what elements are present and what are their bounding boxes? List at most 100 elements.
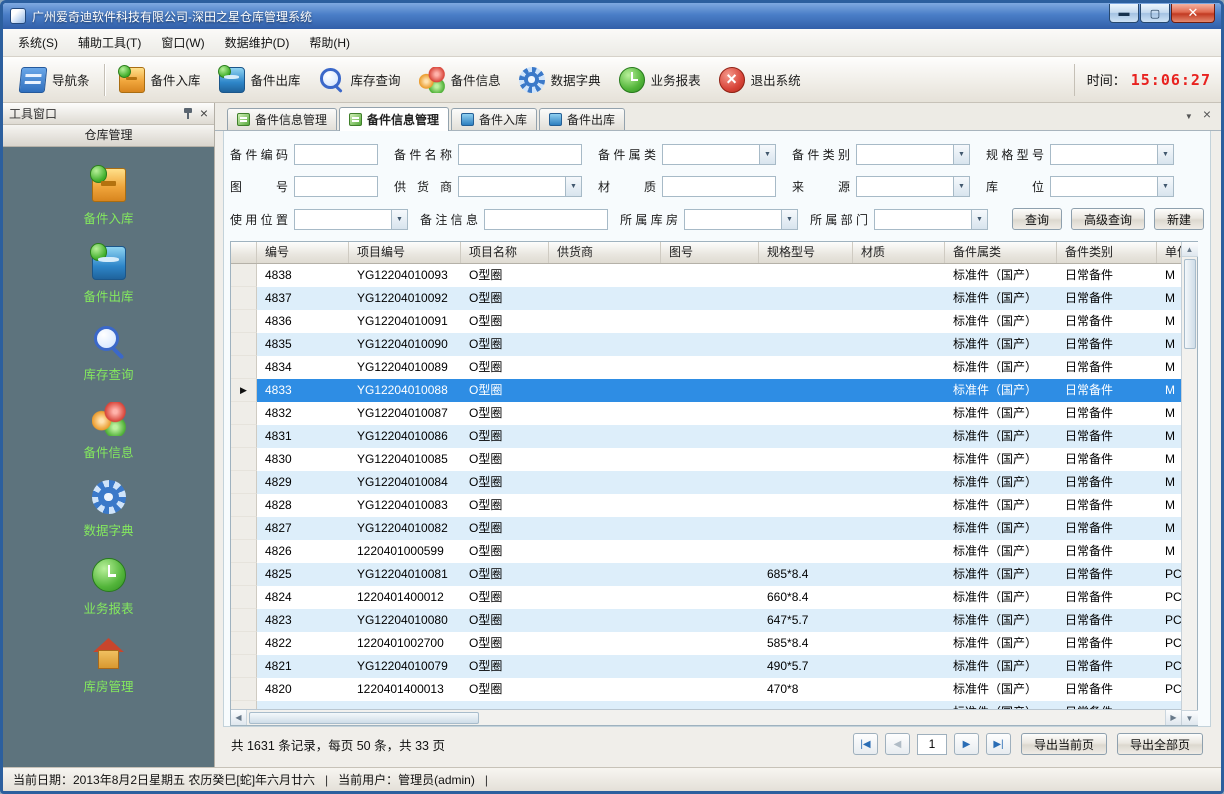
table-row[interactable]: 标准件（国产）日常备件 bbox=[231, 701, 1181, 709]
column-header-7[interactable]: 材质 bbox=[853, 242, 945, 263]
table-row[interactable]: 4832YG12204010087O型圈标准件（国产）日常备件M bbox=[231, 402, 1181, 425]
table-row[interactable]: 4833YG12204010088O型圈标准件（国产）日常备件M bbox=[231, 379, 1181, 402]
search-input-material[interactable] bbox=[662, 176, 776, 197]
table-row[interactable]: 4830YG12204010085O型圈标准件（国产）日常备件M bbox=[231, 448, 1181, 471]
table-row[interactable]: 48221220401002700O型圈585*8.4标准件（国产）日常备件PC bbox=[231, 632, 1181, 655]
sidebar-item-warehouse-mgmt[interactable]: 库房管理 bbox=[3, 627, 214, 705]
toolbar-button-parts-info[interactable]: 备件信息 bbox=[410, 60, 510, 100]
page-number-input[interactable] bbox=[917, 734, 947, 755]
table-row[interactable]: 48261220401000599O型圈标准件（国产）日常备件M bbox=[231, 540, 1181, 563]
first-page-button[interactable]: |◀ bbox=[853, 733, 878, 755]
column-header-2[interactable]: 项目编号 bbox=[349, 242, 461, 263]
search-input-drawing-no[interactable] bbox=[294, 176, 378, 197]
table-row[interactable]: 4828YG12204010083O型圈标准件（国产）日常备件M bbox=[231, 494, 1181, 517]
table-row[interactable]: 4835YG12204010090O型圈标准件（国产）日常备件M bbox=[231, 333, 1181, 356]
table-row[interactable]: 4825YG12204010081O型圈685*8.4标准件（国产）日常备件PC bbox=[231, 563, 1181, 586]
tab-parts-outbound[interactable]: 备件出库 bbox=[539, 108, 625, 130]
column-header-9[interactable]: 备件类别 bbox=[1057, 242, 1157, 263]
scroll-left-icon[interactable]: ◀ bbox=[231, 710, 247, 725]
prev-page-button[interactable]: ◀ bbox=[885, 733, 910, 755]
search-input-part-name[interactable] bbox=[458, 144, 582, 165]
menu-item-system[interactable]: 系统(S) bbox=[8, 29, 68, 56]
toolbar-button-business-report[interactable]: 业务报表 bbox=[610, 60, 710, 100]
search-select-warehouse[interactable] bbox=[684, 209, 798, 230]
horizontal-scrollbar[interactable]: ◀ ▶ bbox=[231, 709, 1181, 725]
search-select-part-genus[interactable] bbox=[662, 144, 776, 165]
chevron-down-icon[interactable] bbox=[1157, 177, 1173, 196]
search-new-button[interactable]: 新建 bbox=[1154, 208, 1204, 230]
pin-icon[interactable] bbox=[182, 107, 194, 120]
table-row[interactable]: 4827YG12204010082O型圈标准件（国产）日常备件M bbox=[231, 517, 1181, 540]
search-select-source[interactable] bbox=[856, 176, 970, 197]
vertical-scroll-thumb[interactable] bbox=[1184, 259, 1196, 349]
tool-window-close-icon[interactable] bbox=[200, 106, 208, 121]
column-header-6[interactable]: 规格型号 bbox=[759, 242, 853, 263]
menu-item-aux-tools[interactable]: 辅助工具(T) bbox=[68, 29, 151, 56]
search-query-button[interactable]: 查询 bbox=[1012, 208, 1062, 230]
toolbar-button-nav-bar[interactable]: 导航条 bbox=[11, 60, 99, 100]
table-row[interactable]: 4836YG12204010091O型圈标准件（国产）日常备件M bbox=[231, 310, 1181, 333]
last-page-button[interactable]: ▶| bbox=[986, 733, 1011, 755]
table-row[interactable]: 4829YG12204010084O型圈标准件（国产）日常备件M bbox=[231, 471, 1181, 494]
table-row[interactable]: 48241220401400012O型圈660*8.4标准件（国产）日常备件PC bbox=[231, 586, 1181, 609]
search-select-use-position[interactable] bbox=[294, 209, 408, 230]
maximize-button[interactable]: ▢ bbox=[1140, 4, 1170, 23]
sidebar-item-stock-query[interactable]: 库存查询 bbox=[3, 315, 214, 393]
menu-item-window[interactable]: 窗口(W) bbox=[151, 29, 214, 56]
column-header-10[interactable]: 单位 bbox=[1157, 242, 1181, 263]
column-header-5[interactable]: 图号 bbox=[661, 242, 759, 263]
search-select-department[interactable] bbox=[874, 209, 988, 230]
search-advanced-query-button[interactable]: 高级查询 bbox=[1071, 208, 1145, 230]
search-input-remark[interactable] bbox=[484, 209, 608, 230]
horizontal-scroll-thumb[interactable] bbox=[249, 712, 479, 724]
scroll-right-icon[interactable]: ▶ bbox=[1165, 710, 1181, 725]
sidebar-item-parts-info[interactable]: 备件信息 bbox=[3, 393, 214, 471]
menu-item-help[interactable]: 帮助(H) bbox=[299, 29, 360, 56]
chevron-down-icon[interactable] bbox=[953, 145, 969, 164]
tab-parts-inbound[interactable]: 备件入库 bbox=[451, 108, 537, 130]
table-row[interactable]: 48201220401400013O型圈470*8标准件（国产）日常备件PC bbox=[231, 678, 1181, 701]
tab-parts-info-mgmt-1[interactable]: 备件信息管理 bbox=[227, 108, 337, 130]
minimize-button[interactable]: ▬ bbox=[1109, 4, 1139, 23]
toolbar-button-exit-system[interactable]: 退出系统 bbox=[710, 60, 810, 100]
table-row[interactable]: 4823YG12204010080O型圈647*5.7标准件（国产）日常备件PC bbox=[231, 609, 1181, 632]
chevron-down-icon[interactable] bbox=[1157, 145, 1173, 164]
column-header-3[interactable]: 项目名称 bbox=[461, 242, 549, 263]
column-header-8[interactable]: 备件属类 bbox=[945, 242, 1057, 263]
sidebar-item-data-dictionary[interactable]: 数据字典 bbox=[3, 471, 214, 549]
next-page-button[interactable]: ▶ bbox=[954, 733, 979, 755]
toolbar-button-stock-query[interactable]: 库存查询 bbox=[310, 60, 410, 100]
tab-parts-info-mgmt-2[interactable]: 备件信息管理 bbox=[339, 107, 449, 131]
search-select-location[interactable] bbox=[1050, 176, 1174, 197]
search-input-part-code[interactable] bbox=[294, 144, 378, 165]
tab-close-icon[interactable] bbox=[1203, 106, 1211, 124]
column-header-4[interactable]: 供货商 bbox=[549, 242, 661, 263]
chevron-down-icon[interactable] bbox=[781, 210, 797, 229]
scroll-up-icon[interactable]: ▲ bbox=[1182, 242, 1198, 257]
search-select-part-category[interactable] bbox=[856, 144, 970, 165]
toolbar-button-parts-outbound[interactable]: 备件出库 bbox=[210, 60, 310, 100]
table-row[interactable]: 4834YG12204010089O型圈标准件（国产）日常备件M bbox=[231, 356, 1181, 379]
tab-list-dropdown-icon[interactable] bbox=[1185, 106, 1193, 124]
sidebar-item-parts-inbound[interactable]: 备件入库 bbox=[3, 159, 214, 237]
sidebar-item-parts-outbound[interactable]: 备件出库 bbox=[3, 237, 214, 315]
toolbar-button-data-dictionary[interactable]: 数据字典 bbox=[510, 60, 610, 100]
chevron-down-icon[interactable] bbox=[565, 177, 581, 196]
table-row[interactable]: 4838YG12204010093O型圈标准件（国产）日常备件M bbox=[231, 264, 1181, 287]
export-current-page-button[interactable]: 导出当前页 bbox=[1021, 733, 1107, 755]
chevron-down-icon[interactable] bbox=[971, 210, 987, 229]
menu-item-data-maintenance[interactable]: 数据维护(D) bbox=[215, 29, 300, 56]
export-all-pages-button[interactable]: 导出全部页 bbox=[1117, 733, 1203, 755]
vertical-scrollbar[interactable]: ▲ ▼ bbox=[1181, 242, 1197, 725]
table-row[interactable]: 4821YG12204010079O型圈490*5.7标准件（国产）日常备件PC bbox=[231, 655, 1181, 678]
search-select-supplier[interactable] bbox=[458, 176, 582, 197]
table-row[interactable]: 4837YG12204010092O型圈标准件（国产）日常备件M bbox=[231, 287, 1181, 310]
chevron-down-icon[interactable] bbox=[953, 177, 969, 196]
table-row[interactable]: 4831YG12204010086O型圈标准件（国产）日常备件M bbox=[231, 425, 1181, 448]
close-button[interactable]: ✕ bbox=[1171, 4, 1215, 23]
sidebar-item-business-report[interactable]: 业务报表 bbox=[3, 549, 214, 627]
toolbar-button-parts-inbound[interactable]: 备件入库 bbox=[110, 60, 210, 100]
chevron-down-icon[interactable] bbox=[759, 145, 775, 164]
column-header-1[interactable]: 编号 bbox=[257, 242, 349, 263]
search-select-spec-model[interactable] bbox=[1050, 144, 1174, 165]
